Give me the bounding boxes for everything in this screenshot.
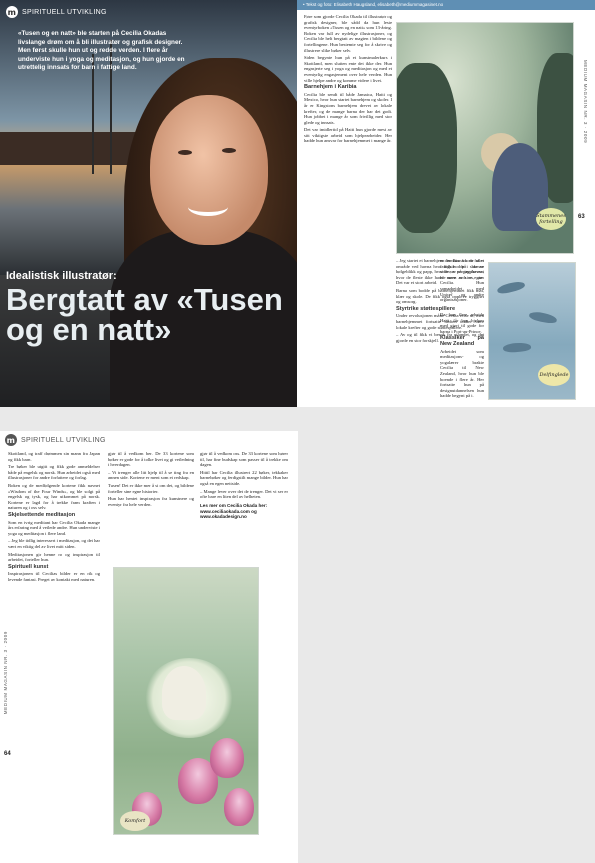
subhead: Barnehjem i Karibia (304, 84, 357, 91)
page-number: 63 (578, 214, 585, 220)
painting-caption: Komfort (120, 811, 150, 831)
page-number: 64 (4, 751, 11, 757)
subhead: Skjelsettende meditasjon (8, 511, 76, 518)
portrait-face (150, 95, 268, 245)
magazine-issue-label: MEDIUM MAGASIN NR. 3 · 2009 (3, 631, 8, 715)
magazine-spread-top: m SPIRITUELL UTVIKLING «Tusen og en natt… (0, 0, 595, 407)
dolphin-shape (496, 279, 526, 296)
flower-shape (224, 788, 254, 826)
magazine-page-bottom: m SPIRITUELL UTVIKLING Skottland, og tra… (0, 431, 298, 863)
section-tag: m SPIRITUELL UTVIKLING (6, 6, 107, 18)
article-column-1: Føre som gjorde Cecilia Okada til illust… (304, 14, 392, 144)
links-block: Les mer om Cecilia Okada her: www.cecili… (200, 503, 288, 520)
subhead: Klassiker på New Zealand (440, 335, 484, 347)
painting-caption: Delfinglede (538, 364, 570, 386)
section-tag: m SPIRITUELL UTVIKLING (5, 434, 106, 446)
dolphin-shape (528, 310, 558, 325)
painting-angel-flowers (113, 567, 259, 835)
article-column-3b: Da hun flere arbeide Haiti, får hun hjel… (440, 312, 484, 399)
website-link[interactable]: www.okadadesign.no (200, 514, 288, 520)
subhead: Spirituell kunst (8, 563, 49, 570)
painting-caption: Stammenes fortelling (536, 208, 566, 230)
section-label: SPIRITUELL UTVIKLING (21, 436, 106, 444)
section-label: SPIRITUELL UTVIKLING (22, 8, 107, 16)
headline: Bergtatt av «Tusen og en natt» (6, 282, 283, 347)
magazine-issue-label: MEDIUM MAGASIN NR. 3 · 2009 (583, 60, 588, 144)
article-column-3: gjør til å vedkom oss. De 33 kortene som… (200, 451, 288, 520)
byline-bar: • Tekst og foto: Elisabeth Haugsland, el… (297, 0, 595, 10)
article-column-1: Skottland, og traff drømmen sin mann fra… (8, 451, 100, 582)
flower-shape (210, 738, 244, 778)
magazine-logo-icon: m (6, 6, 18, 18)
intro-text: «Tusen og en natt» ble starten på Cecili… (18, 30, 185, 72)
dolphin-shape (502, 341, 532, 354)
magazine-logo-icon: m (5, 434, 17, 446)
article-column-2: gjør til å vedkom ber. De 33 kortene som… (108, 451, 194, 507)
angel-figure (162, 666, 206, 720)
headline-kicker: Idealistisk illustratør: (6, 270, 117, 282)
